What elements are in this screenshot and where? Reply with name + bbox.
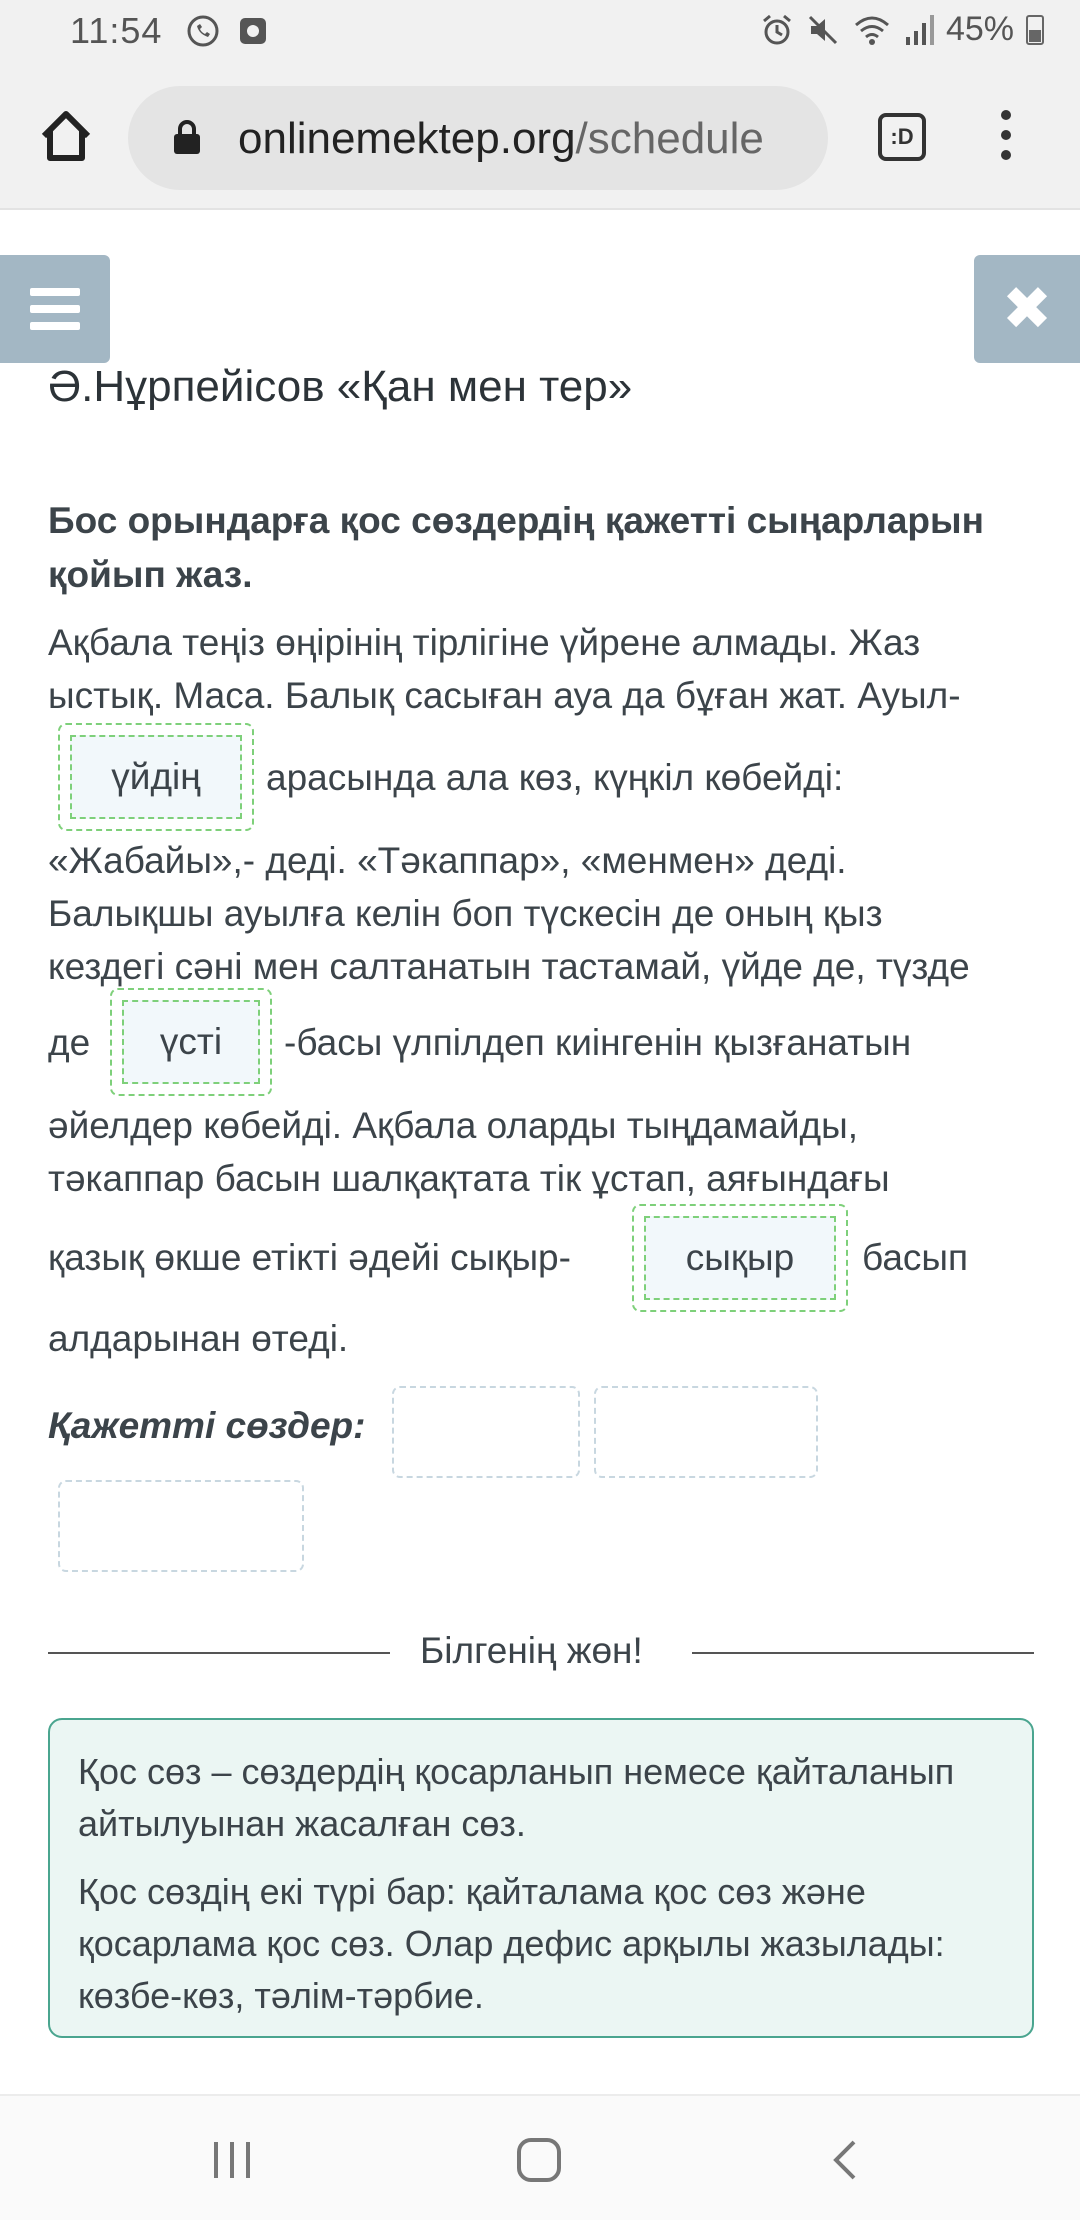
browser-toolbar: onlinemektep.org/schedule :D [0,66,1080,210]
text-line: де [48,1022,91,1063]
info-paragraph: Қос сөздің екі түрі бар: қайталама қос с… [78,1871,945,2016]
wifi-icon [854,16,889,45]
home-icon[interactable] [36,106,96,166]
answer-chip[interactable]: үсті [122,1000,260,1084]
answer-slot-2[interactable]: үсті [110,988,272,1096]
url-domain: onlinemektep.org [238,114,576,163]
recent-apps-icon[interactable] [214,2142,250,2178]
text-line: «Жабайы»,- деді. «Тәкаппар», «менмен» де… [48,840,847,881]
text-line: Балықшы ауылға келін боп түскесін де оны… [48,893,883,934]
divider [692,1652,1034,1654]
url-text: onlinemektep.org/schedule [238,114,813,164]
info-paragraph: Қос сөз – сөздердің қосарланып немесе қа… [78,1751,955,1844]
mute-icon [808,15,837,44]
hamburger-menu-button[interactable] [0,255,110,363]
info-box: Қос сөз – сөздердің қосарланып немесе қа… [48,1718,1034,2038]
address-bar[interactable]: onlinemektep.org/schedule [128,86,828,190]
text-line: қазық өкше етікті әдейі сықыр- [48,1237,571,1278]
text-line: Ақбала теңіз өңірінің тірлігіне үйрене а… [48,622,921,663]
text-line: арасында ала көз, күңкіл көбейді: [266,757,844,798]
status-bar: 11:54 45% [0,0,1080,66]
back-icon[interactable] [822,2136,870,2184]
words-label: Қажетті сөздер: [48,1405,366,1446]
text-line: ыстық. Маса. Балық сасыған ауа да бұған … [48,675,961,716]
word-bank-slot[interactable] [58,1480,304,1572]
battery-icon [1026,14,1044,45]
divider [48,1652,390,1654]
more-options-icon[interactable] [998,110,1014,166]
signal-icon [905,14,934,45]
text-line: тәкаппар басын шалқақтата тік ұстап, аяғ… [48,1158,890,1199]
system-navigation-bar [0,2094,1080,2220]
answer-chip[interactable]: сықыр [644,1216,836,1300]
answer-slot-1[interactable]: үйдің [58,723,254,831]
lock-icon [174,120,200,154]
text-line: кездегі сәні мен салтанатын тастамай, үй… [48,946,970,987]
battery-percent: 45% [945,10,1014,48]
task-instruction: Бос орындарға қос сөздердің қажетті сыңа… [48,500,984,595]
alarm-icon [762,14,791,44]
url-path: /schedule [575,114,764,163]
whatsapp-icon [187,15,219,47]
text-line: басып [862,1237,969,1278]
info-heading: Білгенің жөн! [420,1630,643,1671]
word-bank-slot[interactable] [594,1386,818,1478]
text-line: -басы үлпілдеп киінгенін қызғанатын [284,1022,912,1063]
word-bank-slot[interactable] [392,1386,580,1478]
answer-chip[interactable]: үйдің [70,735,242,819]
status-icons: 45% [760,10,1044,49]
lesson-title: Ә.Нұрпейісов «Қан мен тер» [48,362,633,411]
text-line: алдарынан өтеді. [48,1318,349,1359]
answer-slot-3[interactable]: сықыр [632,1204,848,1312]
status-time: 11:54 [70,10,163,51]
tab-switcher-button[interactable]: :D [878,113,926,161]
text-line: әйелдер көбейді. Ақбала оларды тыңдамайд… [48,1105,859,1146]
home-nav-icon[interactable] [517,2138,561,2182]
close-button[interactable]: ✖ [974,255,1080,363]
app-notification-icon [240,18,266,44]
